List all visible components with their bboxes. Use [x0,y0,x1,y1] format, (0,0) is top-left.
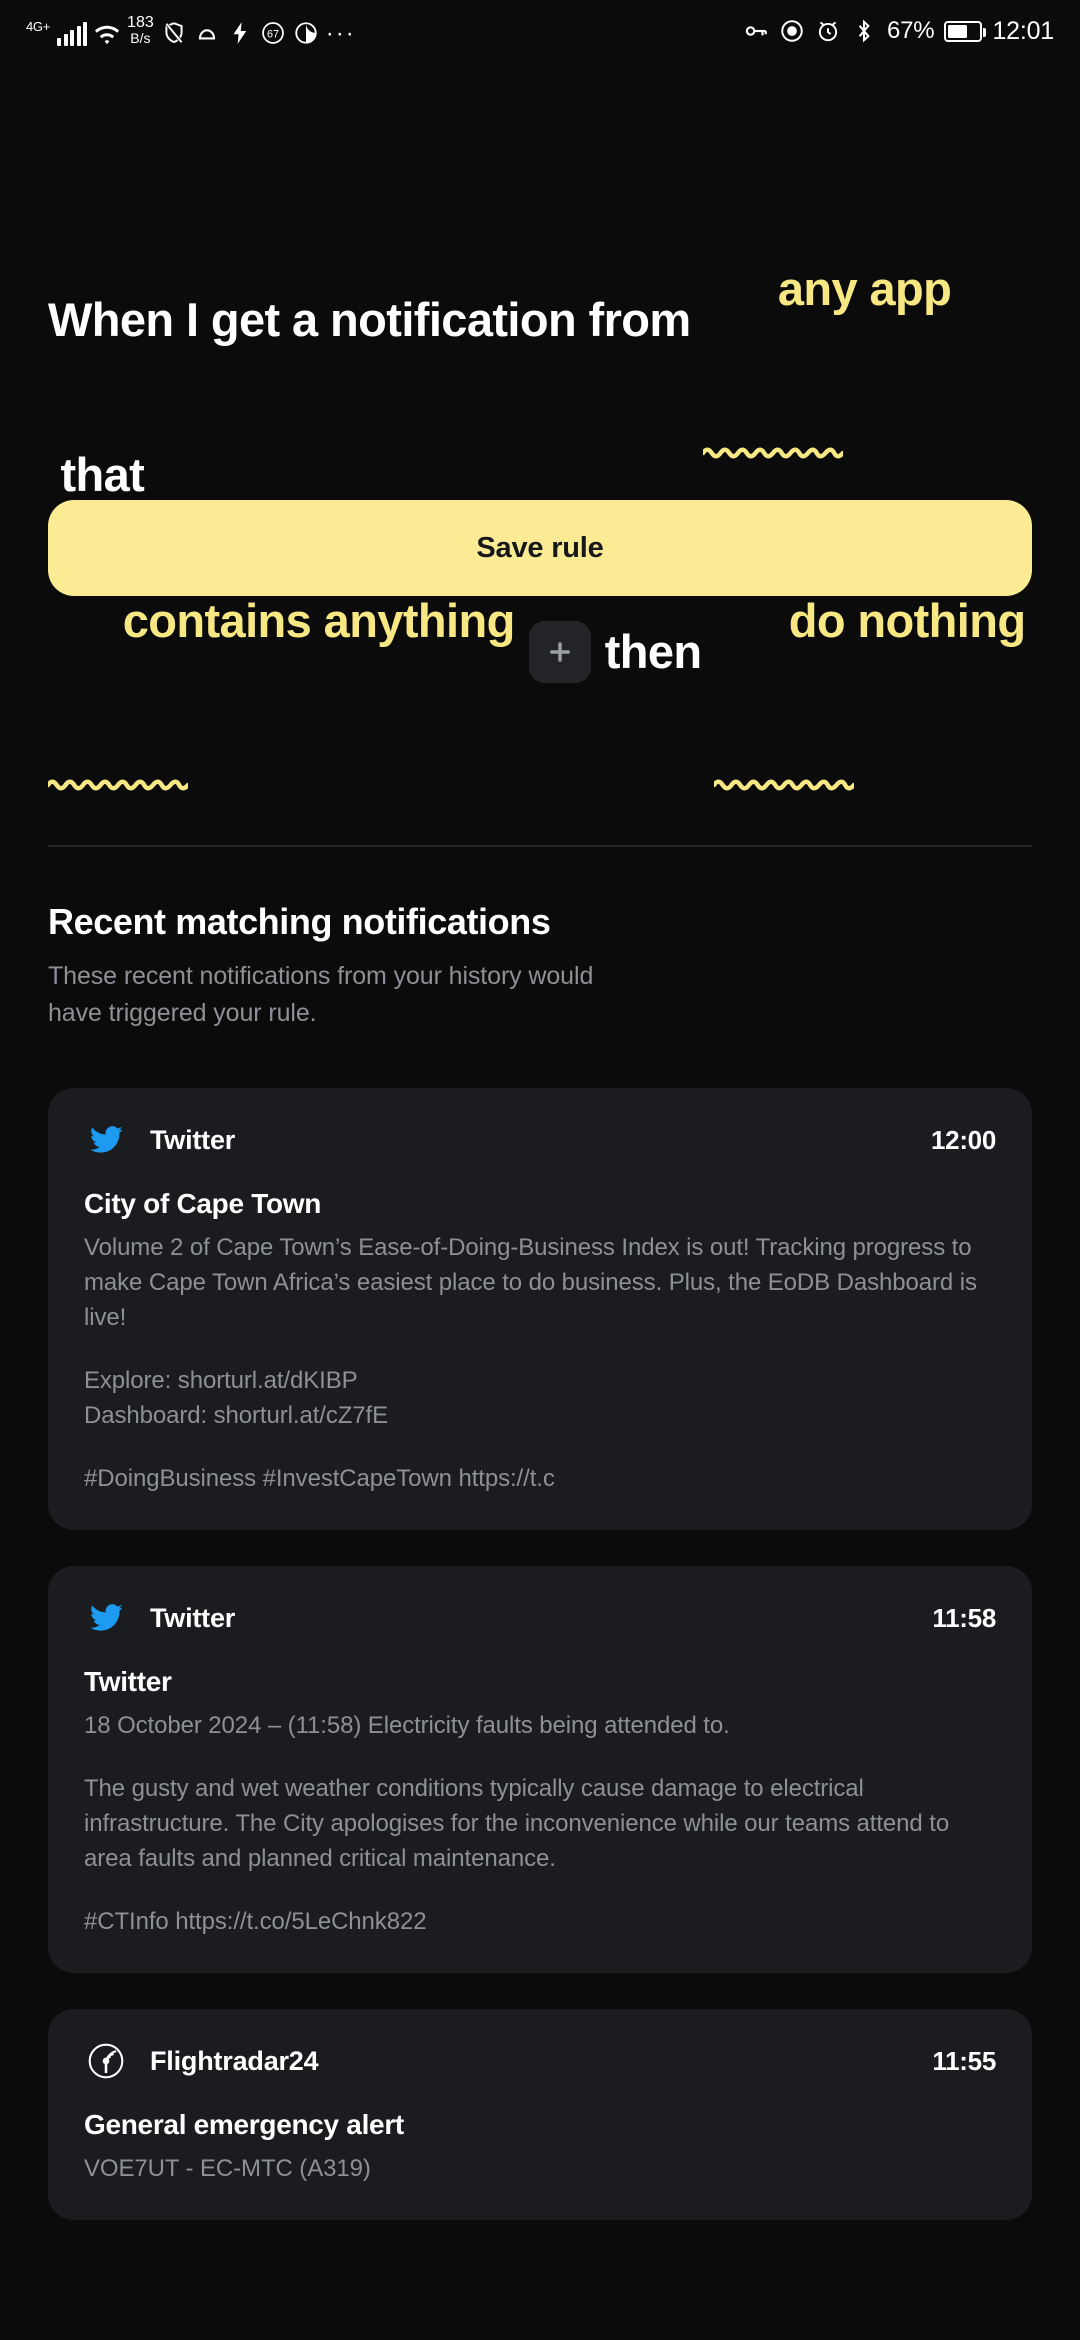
squiggle-underline-icon [703,447,844,459]
wifi-icon [94,22,120,46]
status-bar-left: 4G+ 183 B/s 67 ··· [26,13,356,48]
notification-app-name: Twitter [150,1124,236,1155]
notification-title: Twitter [84,1666,172,1697]
twitter-bird-icon [84,1600,128,1636]
notification-time: 12:00 [931,1124,996,1155]
notification-card-header: Twitter 11:58 [84,1596,996,1640]
add-condition-button[interactable] [528,621,591,683]
data-rate-unit: B/s [130,30,151,47]
flightradar-radar-icon [84,2043,128,2079]
rule-slot-app-label: any app [777,262,952,315]
save-rule-button[interactable]: Save rule [48,500,1032,596]
rule-slot-condition-label: contains anything [122,594,516,647]
notification-paragraph: Volume 2 of Cape Town’s Ease-of-Doing-Bu… [84,1234,977,1331]
moon-icon [293,20,319,46]
notification-paragraph: #DoingBusiness #InvestCapeTown https://t… [84,1465,555,1492]
notification-title: General emergency alert [84,2109,404,2140]
rule-line-1: When I get a notification from any app t… [48,196,1032,506]
rule-prefix-text: When I get a notification from [48,293,704,346]
rule-slot-action-label: do nothing [788,594,1026,647]
shield-slash-icon [161,20,187,46]
notification-app-name: Flightradar24 [150,2045,319,2076]
rule-builder: When I get a notification from any app t… [0,196,1080,791]
rule-then-text: then [604,625,714,678]
overflow-dots-icon: ··· [325,20,356,48]
plus-icon [549,642,570,662]
network-type-label: 4G+ [26,19,51,35]
notification-app-name: Twitter [150,1602,236,1633]
twitter-bird-icon [84,1122,128,1158]
notification-card-header: Twitter 12:00 [84,1118,996,1162]
notification-paragraph: #CTInfo https://t.co/5LeChnk822 [84,1908,427,1935]
battery-icon [944,20,987,42]
alarm-icon [815,18,841,44]
vpn-key-icon [743,18,769,44]
recent-section-title: Recent matching notifications [48,901,551,942]
section-divider [48,845,1032,847]
bolt-icon [227,20,253,46]
notification-paragraph: VOE7UT - EC-MTC (A319) [84,2155,371,2182]
notification-body: 18 October 2024 – (11:58) Electricity fa… [84,1708,996,1939]
recent-section-header: Recent matching notifications These rece… [48,900,1032,1032]
status-bar-clock: 12:01 [992,16,1054,45]
data-rate-indicator: 183 B/s [127,13,154,47]
eye-icon [779,18,805,44]
notification-time: 11:55 [932,2045,996,2076]
status-bar: 4G+ 183 B/s 67 ··· 67% 12:01 [0,0,1080,62]
notification-card[interactable]: Twitter 11:58 Twitter 18 October 2024 – (11… [48,1566,1032,1973]
notification-time: 11:58 [932,1602,996,1633]
notification-card-header: Flightradar24 11:55 [84,2039,996,2083]
svg-text:67: 67 [267,29,279,41]
squiggle-underline-icon [48,779,188,791]
notification-paragraph: The gusty and wet weather conditions typ… [84,1775,950,1872]
battery-percent-label: 67% [887,17,935,44]
do-not-disturb-67-icon: 67 [260,20,286,46]
signal-bars-icon [57,22,88,47]
data-rate-value: 183 [127,13,154,31]
notification-body: Volume 2 of Cape Town’s Ease-of-Doing-Bu… [84,1230,996,1496]
rule-suffix-text: that [48,448,145,501]
notification-body: VOE7UT - EC-MTC (A319) [84,2151,996,2186]
notification-card[interactable]: Flightradar24 11:55 General emergency aler… [48,2009,1032,2220]
notification-title: City of Cape Town [84,1188,322,1219]
status-bar-right: 67% 12:01 [743,17,1054,46]
cloud-icon [194,20,220,46]
notification-paragraph: 18 October 2024 – (11:58) Electricity fa… [84,1712,730,1739]
notification-card[interactable]: Twitter 12:00 City of Cape Town Volume 2 of… [48,1088,1032,1530]
notification-list: Twitter 12:00 City of Cape Town Volume 2 of… [48,1088,1032,2256]
notification-paragraph: Explore: shorturl.at/dKIBP Dashboard: sh… [84,1367,389,1429]
recent-section-subtitle: These recent notifications from your his… [48,962,594,1027]
squiggle-underline-icon [713,779,854,791]
bluetooth-icon [851,18,877,44]
rule-slot-app[interactable]: any app [703,196,952,459]
